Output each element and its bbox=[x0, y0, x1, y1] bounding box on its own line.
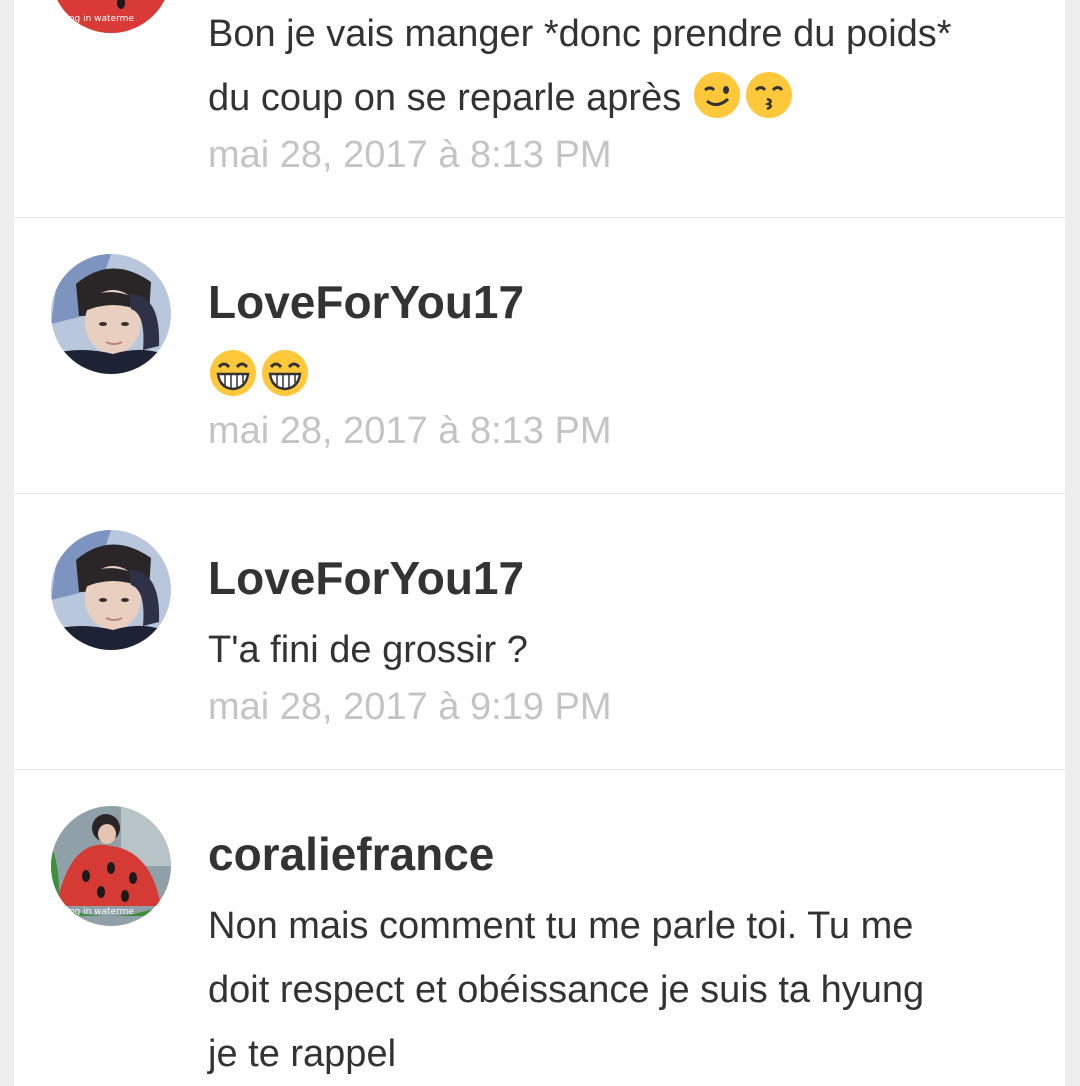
comment-text-line: Non mais comment tu me parle toi. Tu me bbox=[208, 905, 914, 947]
comment-item: LoveForYou17 mai 28, 2017 à 8:13 PM bbox=[14, 218, 1065, 494]
comment-username[interactable]: LoveForYou17 bbox=[208, 274, 524, 330]
comment-item: ying in waterme coraliefrance Non mais c… bbox=[14, 770, 1065, 1086]
comment-text: Bon je vais manger *donc prendre du poid… bbox=[208, 2, 1048, 130]
winking-face-icon bbox=[692, 70, 742, 120]
avatar[interactable] bbox=[51, 530, 171, 650]
comment-text-line: doit respect et obéissance je suis ta hy… bbox=[208, 969, 925, 1011]
laughing-face-icon bbox=[260, 348, 310, 398]
comment-text: Non mais comment tu me parle toi. Tu me … bbox=[208, 894, 1048, 1086]
comment-timestamp: mai 28, 2017 à 8:13 PM bbox=[208, 134, 612, 176]
comment-text-line: je te rappel bbox=[208, 1033, 397, 1075]
comment-item: ying in waterme Bon je vais manger *donc… bbox=[14, 0, 1065, 218]
comment-item: LoveForYou17 T'a fini de grossir ? mai 2… bbox=[14, 494, 1065, 770]
kissing-face-icon bbox=[744, 70, 794, 120]
comment-text: T'a fini de grossir ? bbox=[208, 629, 528, 671]
avatar-watermark: ying in waterme bbox=[61, 14, 134, 24]
laughing-face-icon bbox=[208, 348, 258, 398]
avatar[interactable] bbox=[51, 254, 171, 374]
comment-text-line: Bon je vais manger *donc prendre du poid… bbox=[208, 13, 952, 55]
comment-username[interactable]: coraliefrance bbox=[208, 826, 494, 882]
comment-text bbox=[208, 344, 1048, 408]
comment-timestamp: mai 28, 2017 à 9:19 PM bbox=[208, 686, 612, 728]
comment-timestamp: mai 28, 2017 à 8:13 PM bbox=[208, 410, 612, 452]
avatar[interactable]: ying in waterme bbox=[51, 0, 171, 33]
comment-text-line: du coup on se reparle après bbox=[208, 66, 1048, 130]
avatar-watermark: ying in waterme bbox=[61, 907, 134, 917]
avatar[interactable]: ying in waterme bbox=[51, 806, 171, 926]
comment-list: ying in waterme Bon je vais manger *donc… bbox=[14, 0, 1065, 1086]
comment-username[interactable]: LoveForYou17 bbox=[208, 550, 524, 606]
